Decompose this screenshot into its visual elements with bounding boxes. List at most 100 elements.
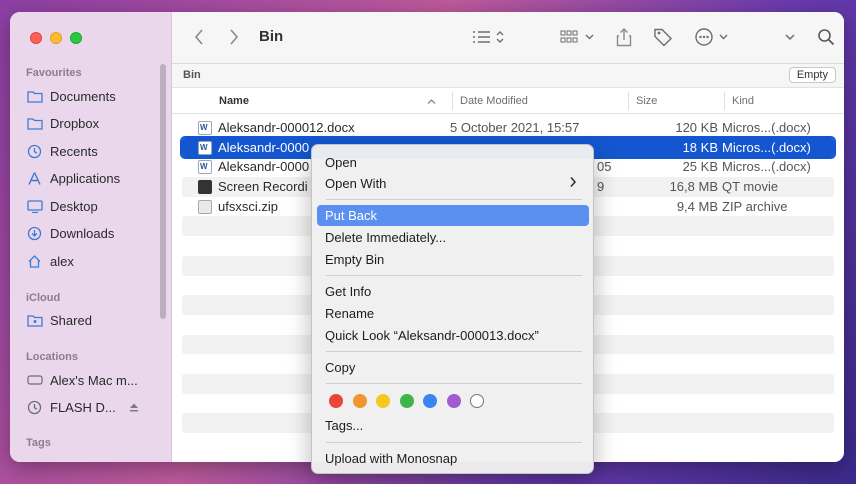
docx-file-icon: [198, 160, 212, 175]
menu-item-quick-look[interactable]: Quick Look “Aleksandr-000013.docx”: [317, 325, 589, 346]
view-list-button[interactable]: [472, 26, 508, 48]
file-size: 9,4 MB: [676, 198, 718, 214]
folder-icon: [26, 88, 43, 104]
bin-header-bar: Bin Empty: [172, 64, 844, 88]
sidebar-scrollbar[interactable]: [160, 64, 166, 319]
applications-icon: [26, 170, 43, 186]
sidebar-item-alex[interactable]: alex: [26, 250, 166, 272]
download-icon: [26, 225, 43, 241]
table-row[interactable]: Aleksandr-000012.docx 5 October 2021, 15…: [182, 118, 834, 138]
file-name: Aleksandr-000012.docx: [218, 120, 355, 135]
chevron-right-icon: [569, 176, 577, 191]
sidebar: Favourites Documents Dropbox Recents App…: [10, 12, 172, 462]
file-kind: Micros...(.docx): [722, 159, 811, 175]
sidebar-section-tags: Tags: [26, 437, 51, 449]
sidebar-section-locations: Locations: [26, 351, 78, 363]
column-header-row: Name Date Modified Size Kind: [172, 88, 844, 114]
sidebar-item-label: Applications: [50, 170, 121, 186]
list-view-icon: [473, 31, 504, 43]
minimize-window-button[interactable]: [50, 32, 62, 44]
tag-blue-swatch[interactable]: [423, 394, 437, 408]
tag-purple-swatch[interactable]: [447, 394, 461, 408]
sidebar-item-applications[interactable]: Applications: [26, 167, 166, 189]
menu-item-rename[interactable]: Rename: [317, 303, 589, 324]
tag-button[interactable]: [653, 26, 673, 48]
zip-file-icon: [198, 199, 212, 214]
desktop-icon: [26, 198, 43, 214]
sort-chevron-icon: [427, 96, 436, 108]
column-header-name[interactable]: Name: [219, 95, 249, 107]
menu-item-open-with[interactable]: Open With: [317, 173, 589, 194]
location-label: Bin: [183, 69, 201, 81]
ellipsis-circle-icon: [695, 28, 728, 46]
tag-green-swatch[interactable]: [400, 394, 414, 408]
file-kind: Micros...(.docx): [722, 139, 811, 155]
chevron-left-icon: [194, 29, 203, 45]
back-button[interactable]: [194, 26, 204, 48]
column-header-kind[interactable]: Kind: [732, 95, 754, 107]
sidebar-section-icloud: iCloud: [26, 292, 61, 304]
clock-icon: [26, 143, 43, 159]
menu-item-upload-monosnap[interactable]: Upload with Monosnap: [317, 448, 589, 469]
toolbar-overflow-button[interactable]: [784, 26, 796, 48]
tag-orange-swatch[interactable]: [353, 394, 367, 408]
tag-none-swatch[interactable]: [470, 394, 484, 408]
sidebar-item-mac[interactable]: Alex's Mac m...: [26, 369, 166, 391]
shared-folder-icon: [26, 312, 43, 328]
menu-item-label: Rename: [325, 306, 375, 321]
sidebar-item-label: Downloads: [50, 225, 115, 241]
file-kind: ZIP archive: [722, 198, 788, 214]
file-size: 25 KB: [682, 159, 718, 175]
sidebar-item-label: Recents: [50, 143, 98, 159]
sidebar-item-shared[interactable]: Shared: [26, 309, 166, 331]
group-button[interactable]: [560, 26, 596, 48]
grid-icon: [560, 30, 594, 43]
menu-item-empty-bin[interactable]: Empty Bin: [317, 249, 589, 270]
menu-item-label: Delete Immediately...: [325, 230, 447, 245]
menu-item-label: Put Back: [325, 208, 378, 223]
column-divider[interactable]: [628, 92, 629, 110]
menu-item-label: Open: [325, 155, 357, 170]
sidebar-item-dropbox[interactable]: Dropbox: [26, 112, 166, 134]
docx-file-icon: [198, 121, 212, 135]
column-header-size[interactable]: Size: [636, 95, 657, 107]
sidebar-item-label: Shared: [50, 312, 92, 328]
sidebar-item-recents[interactable]: Recents: [26, 140, 166, 162]
sidebar-item-label: Documents: [50, 88, 116, 104]
menu-item-delete-immediately[interactable]: Delete Immediately...: [317, 227, 589, 248]
docx-file-icon: [198, 140, 212, 155]
column-header-date[interactable]: Date Modified: [460, 95, 528, 107]
context-menu: Open Open With Put Back Delete Immediate…: [311, 144, 594, 474]
sidebar-section-favourites: Favourites: [26, 67, 82, 79]
eject-icon[interactable]: [129, 400, 139, 415]
menu-item-label: Tags...: [325, 418, 364, 433]
menu-item-get-info[interactable]: Get Info: [317, 281, 589, 302]
column-divider[interactable]: [724, 92, 725, 110]
search-icon: [818, 29, 835, 46]
chevron-down-icon: [785, 34, 795, 41]
menu-item-copy[interactable]: Copy: [317, 357, 589, 378]
tag-icon: [654, 28, 672, 47]
column-divider[interactable]: [452, 92, 453, 110]
menu-item-label: Upload with Monosnap: [325, 451, 458, 466]
share-button[interactable]: [616, 26, 632, 48]
sidebar-item-label: Desktop: [50, 198, 98, 214]
sidebar-item-documents[interactable]: Documents: [26, 85, 166, 107]
search-button[interactable]: [817, 26, 835, 48]
tag-yellow-swatch[interactable]: [376, 394, 390, 408]
more-actions-button[interactable]: [694, 26, 730, 48]
menu-item-tags[interactable]: Tags...: [317, 415, 589, 436]
sidebar-item-desktop[interactable]: Desktop: [26, 195, 166, 217]
menu-item-open[interactable]: Open: [317, 152, 589, 173]
menu-item-put-back[interactable]: Put Back: [317, 205, 589, 226]
sidebar-item-label: Alex's Mac m...: [50, 372, 138, 388]
zoom-window-button[interactable]: [70, 32, 82, 44]
tag-red-swatch[interactable]: [329, 394, 343, 408]
menu-separator: [326, 199, 582, 200]
close-window-button[interactable]: [30, 32, 42, 44]
menu-separator: [326, 442, 582, 443]
sidebar-item-downloads[interactable]: Downloads: [26, 222, 166, 244]
empty-bin-button[interactable]: Empty: [788, 67, 836, 83]
forward-button[interactable]: [229, 26, 239, 48]
sidebar-item-flash-drive[interactable]: FLASH D...: [26, 396, 166, 418]
